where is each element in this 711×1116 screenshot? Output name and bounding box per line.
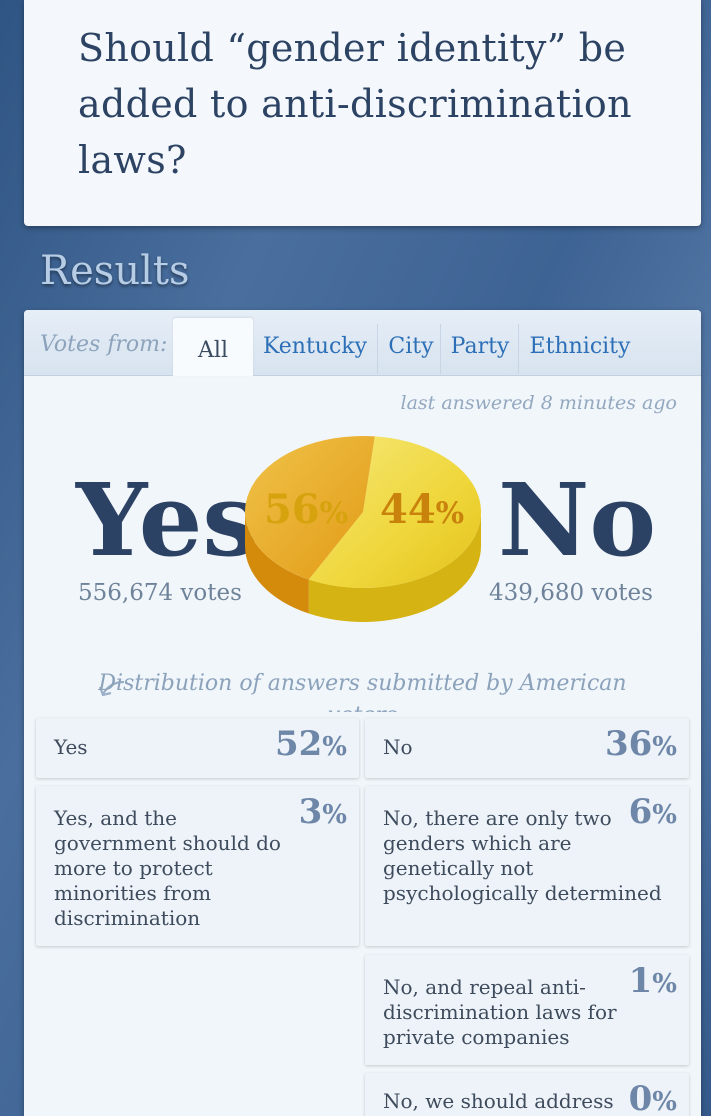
answer-percent: 6%	[629, 792, 677, 832]
percent-symbol: %	[652, 969, 677, 999]
no-summary-label: No	[498, 461, 657, 579]
yes-pie-percent: 56%	[264, 486, 348, 533]
no-percent-value: 44	[380, 486, 436, 533]
answer-yes-protect-minorities: Yes, and the government should do more t…	[36, 786, 359, 946]
results-heading: Results	[40, 248, 190, 294]
answer-percent-value: 1	[628, 961, 653, 1001]
yes-vote-count: 556,674 votes	[78, 580, 242, 606]
tab-all[interactable]: All	[173, 318, 253, 376]
answer-label: Yes, and the government should do more t…	[54, 806, 281, 930]
answer-label: No	[383, 735, 413, 759]
question-title: Should “gender identity” be added to ant…	[78, 26, 632, 182]
tab-separator	[518, 324, 519, 374]
answer-no: No 36%	[365, 718, 689, 778]
no-vote-count: 439,680 votes	[489, 580, 653, 606]
answer-yes: Yes 52%	[36, 718, 359, 778]
tab-separator	[377, 324, 378, 374]
question-card: Should “gender identity” be added to ant…	[24, 0, 701, 226]
answer-label: Yes	[54, 735, 88, 759]
answer-percent: 3%	[299, 792, 347, 832]
yes-summary-label: Yes	[76, 461, 259, 579]
percent-symbol: %	[652, 732, 677, 762]
tab-ethnicity[interactable]: Ethnicity	[524, 330, 636, 376]
last-answered-timestamp: last answered 8 minutes ago	[400, 392, 677, 414]
votes-from-label: Votes from:	[40, 332, 168, 357]
answer-percent-value: 6	[628, 792, 653, 832]
answer-percent-value: 36	[604, 724, 653, 764]
tab-kentucky[interactable]: Kentucky	[260, 330, 370, 376]
tab-separator	[440, 324, 441, 374]
tab-party[interactable]: Party	[446, 330, 514, 376]
answer-no-address: No, we should address 0%	[365, 1073, 689, 1116]
answer-percent: 1%	[629, 961, 677, 1001]
distribution-note: Distribution of answers submitted by Ame…	[98, 671, 627, 712]
answer-percent: 52%	[275, 724, 347, 764]
percent-symbol: %	[322, 800, 347, 830]
percent-symbol: %	[319, 496, 349, 531]
answer-percent-value: 3	[298, 792, 323, 832]
no-pie-percent: 44%	[380, 486, 464, 533]
percent-symbol: %	[435, 496, 465, 531]
answer-percent-value: 52	[274, 724, 323, 764]
answer-no-repeal-laws: No, and repeal anti-discrimination laws …	[365, 955, 689, 1065]
answer-percent: 0%	[629, 1079, 677, 1116]
results-panel: Votes from: All Kentucky City Party Ethn…	[24, 310, 701, 1116]
answer-percent-value: 0	[628, 1079, 653, 1116]
percent-symbol: %	[322, 732, 347, 762]
answer-label: No, and repeal anti-discrimination laws …	[383, 975, 617, 1049]
percent-symbol: %	[652, 1087, 677, 1116]
tab-city[interactable]: City	[384, 330, 438, 376]
votes-from-tabbar: Votes from: All Kentucky City Party Ethn…	[24, 310, 701, 376]
yes-percent-value: 56	[264, 486, 320, 533]
answer-no-two-genders: No, there are only two genders which are…	[365, 786, 689, 946]
answer-label: No, we should address	[383, 1089, 614, 1113]
percent-symbol: %	[652, 800, 677, 830]
answer-percent: 36%	[605, 724, 677, 764]
